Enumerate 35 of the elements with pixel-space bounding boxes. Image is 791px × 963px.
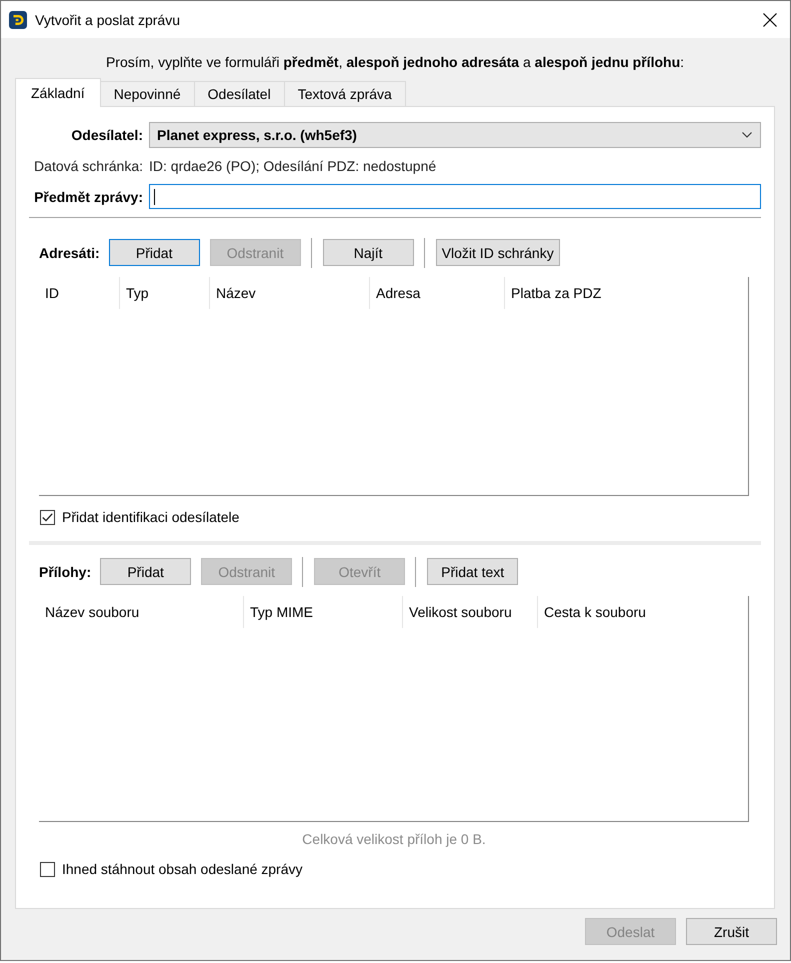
column-header[interactable]: Název [209, 277, 369, 309]
column-header[interactable]: ID [39, 277, 119, 309]
column-header[interactable]: Typ MIME [243, 596, 402, 628]
column-header[interactable]: Cesta k souboru [537, 596, 748, 628]
checkbox-label[interactable]: Přidat identifikaci odesílatele [62, 509, 240, 525]
dialog-button[interactable]: Zrušit [686, 918, 777, 945]
toolbar-button[interactable]: Vložit ID schránky [436, 239, 560, 266]
app-logo-icon [9, 10, 27, 28]
tab[interactable]: Textová zpráva [284, 81, 406, 107]
checkbox[interactable] [40, 862, 55, 876]
checkbox[interactable] [40, 510, 55, 524]
toolbar-button[interactable]: Přidat [100, 558, 192, 585]
tab[interactable]: Základní [15, 78, 101, 107]
toolbar-button[interactable]: Přidat [108, 239, 200, 266]
subject-input[interactable] [149, 184, 761, 209]
section-label: Adresáti: [39, 244, 100, 260]
section-label: Přílohy: [39, 564, 92, 580]
databox-info-text: ID: qrdae26 (PO); Odesílání PDZ: nedostupné [149, 158, 438, 174]
chevron-down-icon [742, 132, 752, 138]
column-header[interactable]: Platba za PDZ [504, 277, 748, 309]
field-label: Předmět zprávy: [34, 188, 143, 204]
toolbar-button[interactable]: Přidat text [427, 558, 518, 585]
column-header[interactable]: Velikost souboru [402, 596, 537, 628]
close-icon [763, 12, 777, 26]
instruction-text: Prosím, vyplňte ve formuláři předmět, alespoň jednoho adresáta a alespoň jednu přílohu: [104, 53, 686, 71]
window-title: Vytvořit a poslat zprávu [35, 12, 181, 28]
field-label: Odesílatel: [71, 127, 143, 143]
column-header[interactable]: Typ [119, 277, 209, 309]
sender-dropdown[interactable]: Planet express, s.r.o. (wh5ef3) [149, 122, 761, 148]
attachments-total-text: Celková velikost příloh je 0 B. [301, 830, 487, 848]
column-header[interactable]: Název souboru [39, 596, 243, 628]
column-header[interactable]: Adresa [369, 277, 504, 309]
field-label: Datová schránka: [34, 158, 143, 174]
checkbox-label[interactable]: Ihned stáhnout obsah odeslané zprávy [62, 861, 303, 877]
toolbar-button[interactable]: Najít [322, 239, 414, 266]
